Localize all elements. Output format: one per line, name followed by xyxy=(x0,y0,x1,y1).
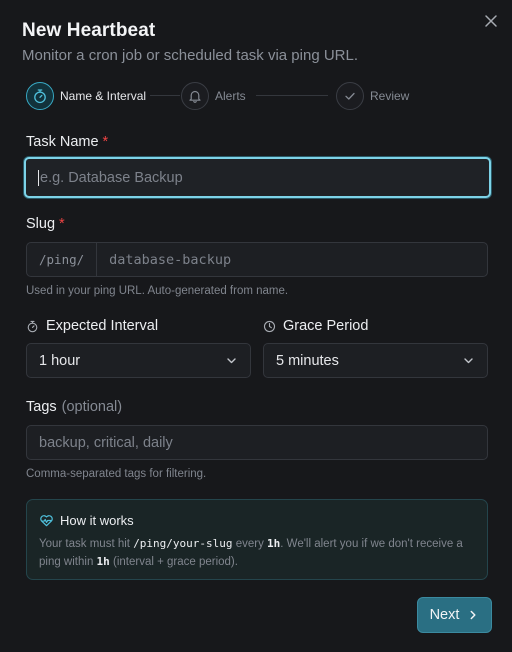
grace-select[interactable]: 5 minutes xyxy=(263,343,488,378)
dialog-title: New Heartbeat xyxy=(22,20,156,41)
interval-value: 1 hour xyxy=(39,352,81,369)
slug-placeholder: database-backup xyxy=(109,251,232,268)
grace-value: 5 minutes xyxy=(276,352,339,369)
new-heartbeat-dialog: New Heartbeat Monitor a cron job or sche… xyxy=(0,0,512,652)
ping-path: /ping/your-slug xyxy=(133,537,233,550)
step-label: Alerts xyxy=(215,89,246,103)
close-icon[interactable] xyxy=(482,12,500,30)
how-it-works-text: Your task must hit /ping/your-slug every… xyxy=(39,537,463,568)
grace-label: Grace Period xyxy=(263,318,368,334)
tags-input[interactable]: backup, critical, daily xyxy=(26,425,488,460)
window-value-inline: 1h xyxy=(96,555,110,568)
step-connector xyxy=(256,95,328,96)
heart-pulse-icon xyxy=(39,513,60,528)
check-icon xyxy=(336,82,364,110)
task-name-input[interactable]: e.g. Database Backup xyxy=(24,157,491,198)
next-button[interactable]: Next xyxy=(417,597,492,633)
stopwatch-icon xyxy=(26,320,46,333)
how-it-works-title: How it works xyxy=(60,513,134,528)
stopwatch-icon xyxy=(26,82,54,110)
tags-hint: Comma-separated tags for filtering. xyxy=(26,468,207,480)
how-it-works-header: How it works xyxy=(39,513,473,528)
bell-icon xyxy=(181,82,209,110)
step-label: Name & Interval xyxy=(60,89,147,103)
interval-label: Expected Interval xyxy=(26,318,158,334)
slug-prefix: /ping/ xyxy=(27,243,98,276)
slug-label: Slug * xyxy=(26,216,65,232)
required-marker: * xyxy=(59,216,65,232)
how-it-works-box: How it works Your task must hit /ping/yo… xyxy=(26,499,488,580)
task-name-label: Task Name * xyxy=(26,134,109,150)
chevron-right-icon xyxy=(459,609,479,621)
task-name-placeholder: e.g. Database Backup xyxy=(40,169,183,186)
tags-label: Tags (optional) xyxy=(26,399,123,415)
step-label: Review xyxy=(370,89,410,103)
step-connector xyxy=(150,95,180,96)
required-marker: * xyxy=(102,134,109,150)
dialog-subtitle: Monitor a cron job or scheduled task via… xyxy=(22,47,359,64)
text-caret xyxy=(38,169,39,186)
step-review[interactable]: Review xyxy=(336,81,409,111)
slug-hint: Used in your ping URL. Auto-generated fr… xyxy=(26,285,289,297)
step-alerts[interactable]: Alerts xyxy=(181,81,246,111)
stepper: Name & Interval Alerts Review xyxy=(26,81,416,111)
next-label: Next xyxy=(429,607,460,623)
interval-select[interactable]: 1 hour xyxy=(26,343,251,378)
slug-input[interactable]: /ping/ database-backup xyxy=(26,242,488,277)
optional-marker: (optional) xyxy=(61,399,123,415)
chevron-down-icon xyxy=(462,354,475,367)
clock-icon xyxy=(263,320,283,333)
step-name-interval[interactable]: Name & Interval xyxy=(26,81,146,111)
tags-placeholder: backup, critical, daily xyxy=(39,434,173,451)
interval-value-inline: 1h xyxy=(267,537,281,550)
chevron-down-icon xyxy=(225,354,238,367)
